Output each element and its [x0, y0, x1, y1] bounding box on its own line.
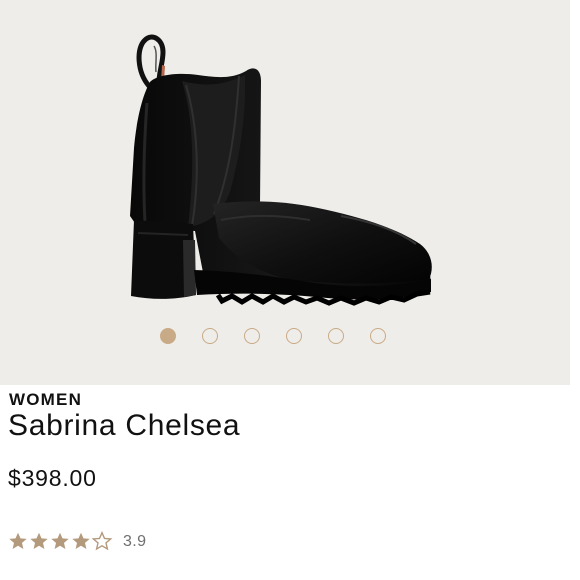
carousel-dot-1[interactable]: [160, 328, 176, 344]
rating-stars: [9, 531, 113, 551]
product-category: WOMEN: [9, 390, 83, 409]
product-price: $398.00: [8, 465, 97, 491]
product-page: WOMEN Sabrina Chelsea $398.00 3.9: [0, 0, 580, 580]
empty-star-icon: [91, 531, 113, 551]
star-icon: [72, 532, 90, 549]
rating-value: 3.9: [123, 533, 147, 550]
carousel-dot-6[interactable]: [370, 328, 386, 344]
boot-image: [130, 34, 432, 306]
image-carousel-dots: [160, 328, 400, 346]
carousel-dot-5[interactable]: [328, 328, 344, 344]
product-rating[interactable]: 3.9: [8, 531, 188, 553]
product-title: Sabrina Chelsea: [8, 409, 241, 442]
star-icon: [9, 532, 27, 549]
gallery-edge: [570, 0, 580, 385]
star-icon: [51, 532, 69, 549]
star-icon: [30, 532, 48, 549]
carousel-dot-3[interactable]: [244, 328, 260, 344]
carousel-dot-4[interactable]: [286, 328, 302, 344]
product-image-gallery[interactable]: [0, 0, 570, 385]
carousel-dot-2[interactable]: [202, 328, 218, 344]
